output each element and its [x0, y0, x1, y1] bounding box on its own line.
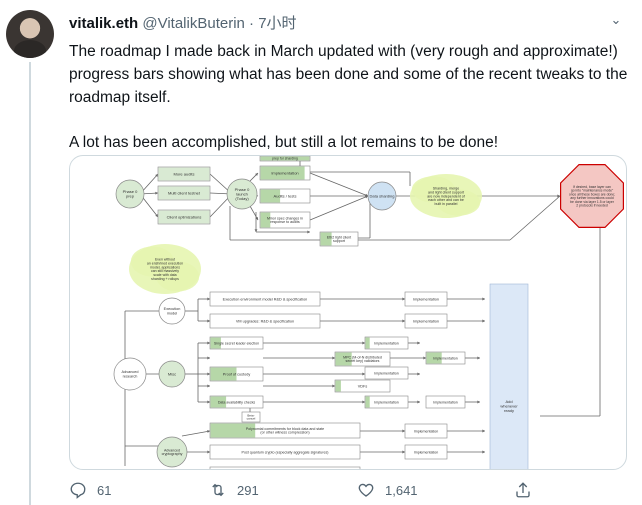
label-exec_note: Even without an enshrined execution model,…	[147, 258, 183, 281]
user-handle[interactable]: @VitalikButerin	[142, 15, 245, 32]
timestamp[interactable]: 7小时	[258, 15, 296, 32]
retweet-icon	[212, 483, 224, 497]
box-ssle: Single secret leader election	[209, 336, 264, 350]
avatar[interactable]	[6, 10, 54, 58]
tweet-text-paragraph-2: A lot has been accomplished, but still a…	[69, 134, 499, 151]
box-client-opt: Client optimizations	[157, 209, 211, 225]
label-phase0_launch: Phase 0 launch (Today)	[235, 187, 250, 201]
label-more_audits: More audits	[174, 171, 195, 176]
node-advanced-research: Advanced research	[113, 357, 147, 391]
label-implementation: Implementation	[271, 170, 298, 175]
box-multi-client: Multi client testnet	[157, 185, 211, 201]
label-client_opt: Client optimizations	[167, 214, 202, 219]
label-proof_custody: Proof of custody	[223, 372, 251, 376]
box-audits-tests: Audits / tests	[259, 188, 311, 204]
note-exec: Even without an enshrined execution model,…	[129, 244, 201, 294]
tweet-header: vitalik.eth @VitalikButerin · 7小时	[69, 12, 297, 33]
heart-icon	[358, 483, 374, 497]
node-exec-model: Execution model	[158, 297, 186, 325]
chevron-down-icon[interactable]: ⌄	[608, 12, 624, 28]
label-minor_spec: Minor spec changes in response to audits	[267, 216, 303, 224]
retweet-action[interactable]: 291	[209, 480, 259, 500]
label-implementation: Implementation	[433, 356, 458, 360]
label-top_box_partial: prep for sharding	[272, 157, 298, 161]
column-add-whenever: Add whenever ready	[489, 283, 529, 469]
action-bar: 61 291 1,641	[69, 480, 609, 500]
box-implementation: Implementation	[259, 165, 311, 181]
label-implementation: Implementation	[413, 297, 439, 301]
label-implementation: Implementation	[374, 341, 399, 345]
label-ssle: Single secret leader election	[214, 341, 259, 345]
box-polynomial: Polynomial commitments for block data an…	[209, 422, 361, 439]
retweet-count: 291	[237, 482, 259, 498]
box-impl-e: Implementation	[364, 366, 409, 380]
share-action[interactable]	[514, 480, 532, 500]
label-vm_upgrades: VM upgrades: R&D & specification	[236, 319, 294, 323]
label-implementation: Implementation	[374, 400, 399, 404]
box-impl-b: Implementation	[404, 313, 448, 329]
label-mpc: MPC (M-of-N distributed secret key) valid…	[343, 355, 382, 363]
share-icon	[516, 482, 530, 498]
box-impl-a: Implementation	[404, 291, 448, 307]
box-bottom-partial: Implementation	[209, 466, 361, 470]
node-misc: Misc	[158, 360, 186, 388]
label-multi_client: Multi client testnet	[168, 190, 201, 195]
label-advanced_crypto: Advanced cryptography	[162, 448, 183, 456]
node-phase0-launch: Phase 0 launch (Today)	[226, 178, 258, 210]
node-data-sharding: Data sharding	[367, 181, 397, 211]
label-post_quantum: Post quantum crypto (especially aggregat…	[242, 450, 329, 454]
box-impl-g: Implementation	[425, 395, 466, 409]
label-advanced_research: Advanced research	[122, 370, 139, 378]
label-das: Data availability checks	[218, 400, 256, 404]
label-implementation: Implementation	[374, 371, 399, 375]
box-impl-c: Implementation	[364, 336, 409, 350]
box-proof-custody: Proof of custody	[209, 366, 264, 382]
tweet-image[interactable]: prep for sharding Phase 0 prep More audits M…	[69, 155, 627, 470]
box-minor-spec: Minor spec changes in response to audits	[259, 211, 311, 229]
box-eth2-light: Eth2 light client support	[319, 231, 359, 247]
label-implementation: Implementation	[414, 429, 439, 433]
box-impl-i: Implementation	[404, 444, 448, 460]
box-post-quantum: Post quantum crypto (especially aggregat…	[209, 444, 361, 460]
like-count: 1,641	[385, 482, 418, 498]
box-impl-d: Implementation	[425, 351, 466, 365]
label-implementation: Implementation	[413, 319, 439, 323]
note-maintenance-octagon: If desired, base layer can go into "maint…	[560, 164, 625, 229]
box-vdfs: VDFs	[334, 379, 391, 393]
label-beta_cancel: Beta-cancel	[247, 413, 256, 420]
box-beta-cancel: Beta-cancel	[241, 411, 261, 423]
note-shard: Sharding, merge and light client support a…	[410, 174, 482, 218]
box-impl-f: Implementation	[364, 395, 409, 409]
roadmap-diagram: prep for sharding Phase 0 prep More audits M…	[113, 156, 625, 470]
reply-action[interactable]: 61	[69, 480, 111, 500]
label-implementation: Implementation	[433, 400, 458, 404]
label-implementation: Implementation	[275, 468, 296, 470]
box-das: Data availability checks	[209, 395, 264, 409]
box-mpc: MPC (M-of-N distributed secret key) valid…	[334, 351, 391, 367]
node-phase0: Phase 0 prep	[115, 179, 145, 209]
like-action[interactable]: 1,641	[357, 480, 418, 500]
tweet-text: The roadmap I made back in March updated…	[69, 40, 629, 154]
label-vdfs: VDFs	[358, 384, 368, 388]
box-more-audits: More audits	[157, 166, 211, 182]
node-advanced-crypto: Advanced cryptography	[156, 436, 188, 468]
label-data_sharding: Data sharding	[370, 193, 395, 198]
tweet-text-paragraph-1: The roadmap I made back in March updated…	[69, 43, 628, 106]
reply-count: 61	[97, 482, 112, 498]
box-top-partial: prep for sharding	[259, 156, 311, 162]
label-exec_env: Execution environment model R&D & specif…	[223, 297, 308, 301]
box-exec-env: Execution environment model R&D & specif…	[209, 291, 321, 307]
box-vm-upgrades: VM upgrades: R&D & specification	[209, 313, 321, 329]
reply-icon	[70, 482, 86, 499]
separator-dot: ·	[249, 15, 255, 32]
label-audits_tests: Audits / tests	[274, 193, 297, 198]
box-impl-h: Implementation	[404, 423, 448, 439]
thread-line	[29, 62, 31, 505]
label-misc: Misc	[168, 371, 176, 376]
label-implementation: Implementation	[414, 450, 439, 454]
display-name[interactable]: vitalik.eth	[69, 15, 138, 32]
